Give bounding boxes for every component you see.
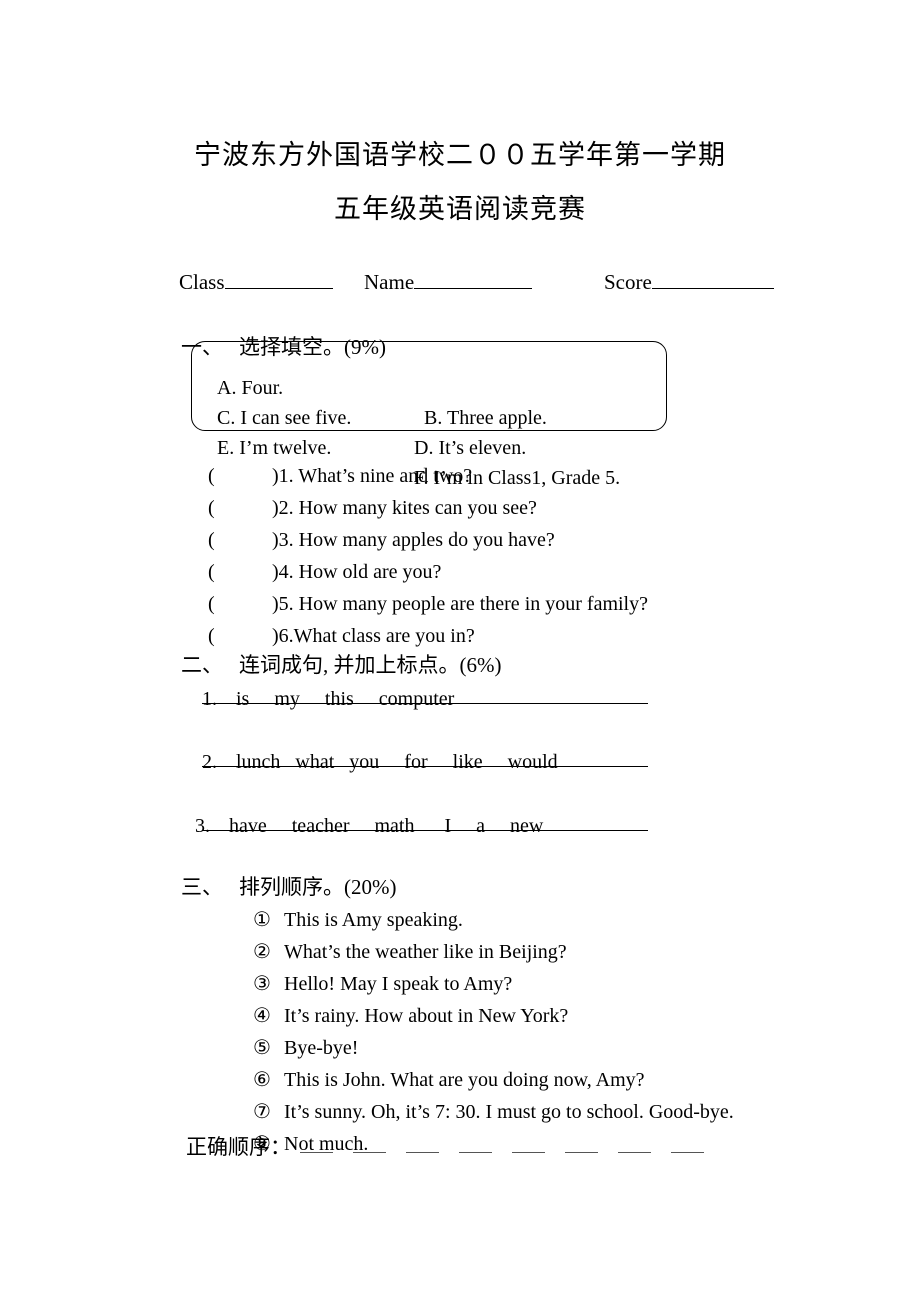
answer-options-box: A. Four. B. Three apple. C. I can see fi… [191,341,668,489]
class-label: Class [179,270,225,294]
option-row: C. I can see five. D. It’s eleven. [192,373,668,459]
score-field[interactable]: Score [583,243,774,321]
correct-order-label: 正确顺序： [186,1135,291,1159]
correct-order-blank[interactable] [671,1152,704,1153]
scramble-answer-line[interactable] [202,703,648,704]
exam-page: 宁波东方外国语学校二００五学年第一学期 五年级英语阅读竞赛 Class Name… [0,0,920,1300]
score-label: Score [604,270,652,294]
correct-order-blank[interactable] [300,1152,333,1153]
scramble-number: 3. [195,815,210,837]
name-input[interactable] [414,271,533,289]
option-row: A. Four. B. Three apple. [192,343,668,429]
score-input[interactable] [651,271,774,289]
scramble-answer-line[interactable] [202,766,648,767]
correct-order-blank[interactable] [618,1152,651,1153]
option-row: E. I’m twelve. F. I’m in Class1, Grade 5… [192,403,668,489]
scramble-answer-line[interactable] [202,830,648,831]
scramble-words: lunch what you for like would [236,751,558,773]
correct-order-blank[interactable] [353,1152,386,1153]
correct-order-blank[interactable] [406,1152,439,1153]
correct-order-blanks[interactable] [300,1152,730,1166]
scramble-words: have teacher math I a new [229,815,544,837]
page-title-line-2: 五年级英语阅读竞赛 [334,194,586,224]
scramble-number: 1. [202,688,217,710]
class-input[interactable] [224,271,333,289]
correct-order-blank[interactable] [459,1152,492,1153]
page-title-line-1: 宁波东方外国语学校二００五学年第一学期 [194,140,726,170]
section-number-3: 三、 [181,875,223,899]
correct-order-blank[interactable] [512,1152,545,1153]
scramble-words: is my this computer [236,688,455,710]
scramble-number: 2. [202,751,217,773]
correct-order-blank[interactable] [565,1152,598,1153]
name-label: Name [364,270,415,294]
